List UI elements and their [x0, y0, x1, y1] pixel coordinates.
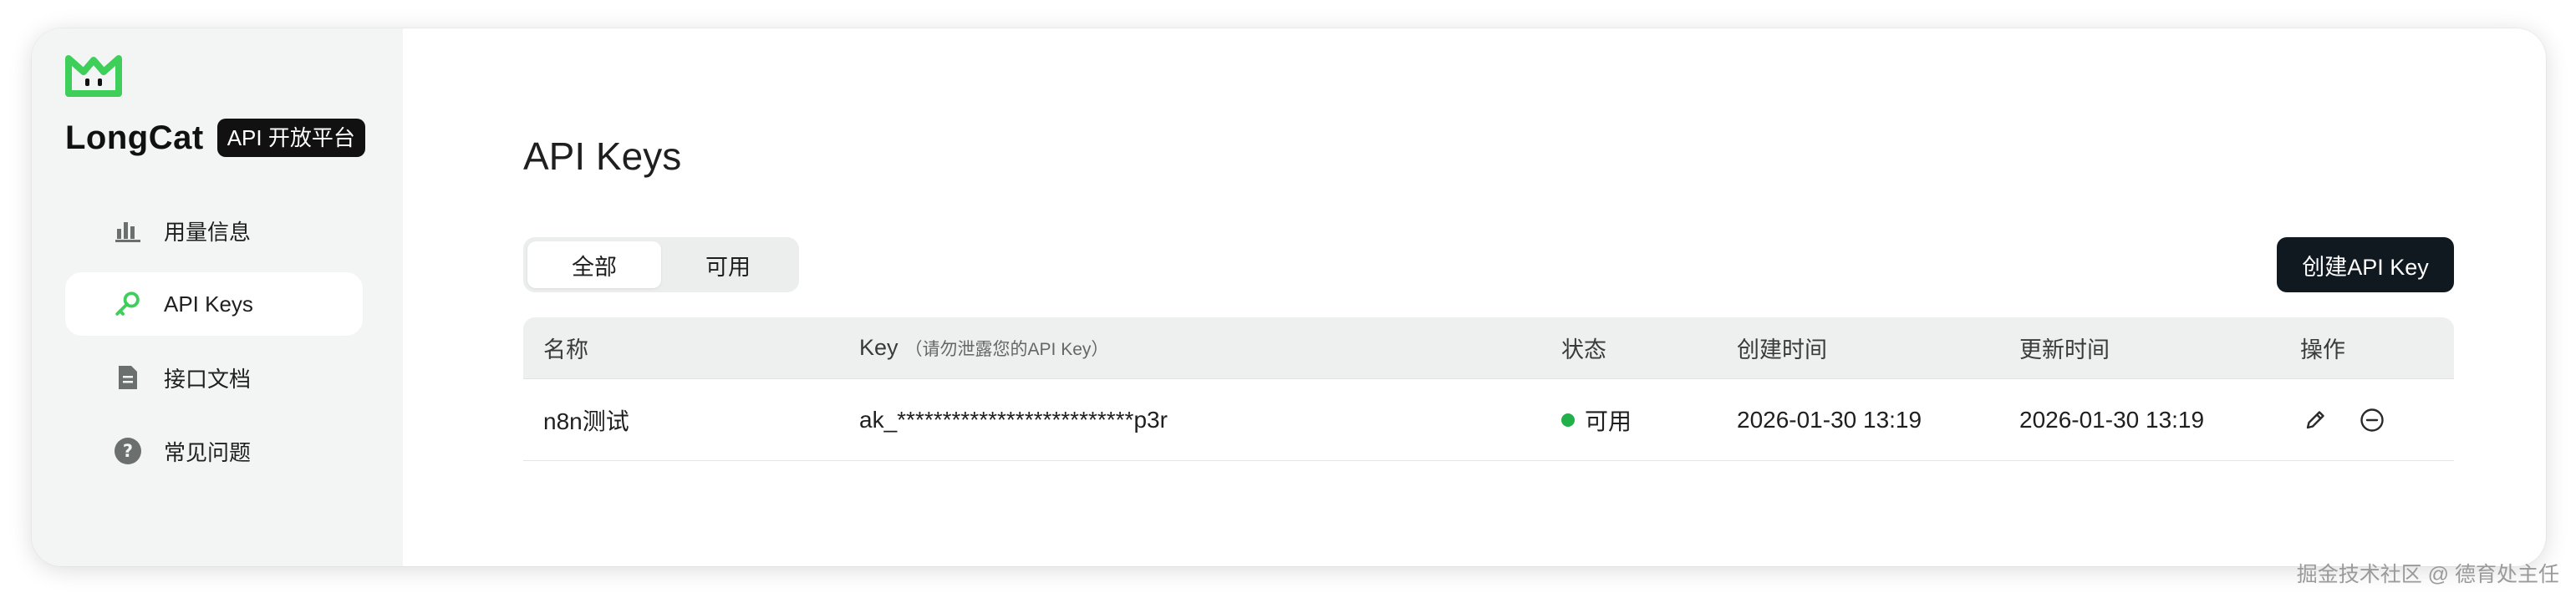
platform-badge: API 开放平台	[216, 119, 365, 157]
edit-icon[interactable]	[2300, 405, 2330, 435]
brand-name: LongCat	[65, 119, 204, 156]
document-icon	[114, 363, 142, 392]
sidebar-item-label: 接口文档	[164, 366, 252, 392]
create-api-key-button[interactable]: 创建API Key	[2277, 237, 2454, 292]
tab-available[interactable]: 可用	[661, 241, 795, 288]
column-header-status: 状态	[1561, 337, 1606, 362]
page-title: API Keys	[523, 134, 682, 178]
sidebar-item-label: API Keys	[164, 291, 253, 317]
svg-text:?: ?	[123, 441, 133, 461]
brand: LongCat API 开放平台	[65, 115, 365, 160]
question-circle-icon: ?	[114, 437, 142, 465]
column-header-created: 创建时间	[1737, 337, 1827, 362]
sidebar-item-usage[interactable]: 用量信息	[65, 199, 363, 262]
status-cell: 可用	[1561, 403, 1632, 437]
table-row: n8n测试 ak_**************************p3r 可…	[523, 379, 2454, 461]
sidebar-nav: 用量信息 API Keys 接口文档 ? 常见问题	[65, 199, 363, 493]
column-header-name: 名称	[543, 337, 588, 362]
column-header-key-label: Key	[859, 335, 899, 360]
column-header-key: Key （请勿泄露您的API Key）	[859, 335, 1108, 361]
key-icon	[114, 290, 142, 318]
main-content: API Keys 全部 可用 创建API Key 名称 Key （请勿泄露您的AP…	[403, 28, 2546, 566]
remove-circle-icon[interactable]	[2357, 405, 2387, 435]
longcat-logo-icon	[64, 53, 124, 97]
table-header: 名称 Key （请勿泄露您的API Key） 状态 创建时间 更新时间 操作	[523, 317, 2454, 379]
key-name-cell: n8n测试	[543, 408, 629, 434]
bar-chart-icon	[114, 216, 142, 245]
key-warning-hint: （请勿泄露您的API Key）	[904, 340, 1109, 359]
status-label: 可用	[1585, 408, 1632, 434]
api-keys-table: 名称 Key （请勿泄露您的API Key） 状态 创建时间 更新时间 操作 n8…	[523, 317, 2454, 461]
filter-tabs: 全部 可用	[523, 237, 799, 292]
sidebar: LongCat API 开放平台 用量信息 API Keys 接口文档 ? 常见…	[32, 28, 403, 566]
sidebar-item-label: 用量信息	[164, 219, 252, 245]
sidebar-item-faq[interactable]: ? 常见问题	[65, 419, 363, 483]
key-value-cell: ak_**************************p3r	[859, 406, 1168, 433]
tab-all[interactable]: 全部	[527, 241, 661, 288]
app-window: LongCat API 开放平台 用量信息 API Keys 接口文档 ? 常见…	[32, 28, 2546, 566]
sidebar-item-docs[interactable]: 接口文档	[65, 346, 363, 409]
column-header-updated: 更新时间	[2019, 337, 2110, 362]
updated-time-cell: 2026-01-30 13:19	[2019, 406, 2205, 433]
row-actions	[2300, 405, 2387, 435]
sidebar-item-api-keys[interactable]: API Keys	[65, 272, 363, 336]
watermark: 掘金技术社区 @ 德育处主任	[2296, 563, 2559, 586]
sidebar-item-label: 常见问题	[164, 439, 252, 465]
created-time-cell: 2026-01-30 13:19	[1737, 406, 1922, 433]
column-header-actions: 操作	[2300, 337, 2345, 362]
status-dot	[1561, 413, 1575, 427]
